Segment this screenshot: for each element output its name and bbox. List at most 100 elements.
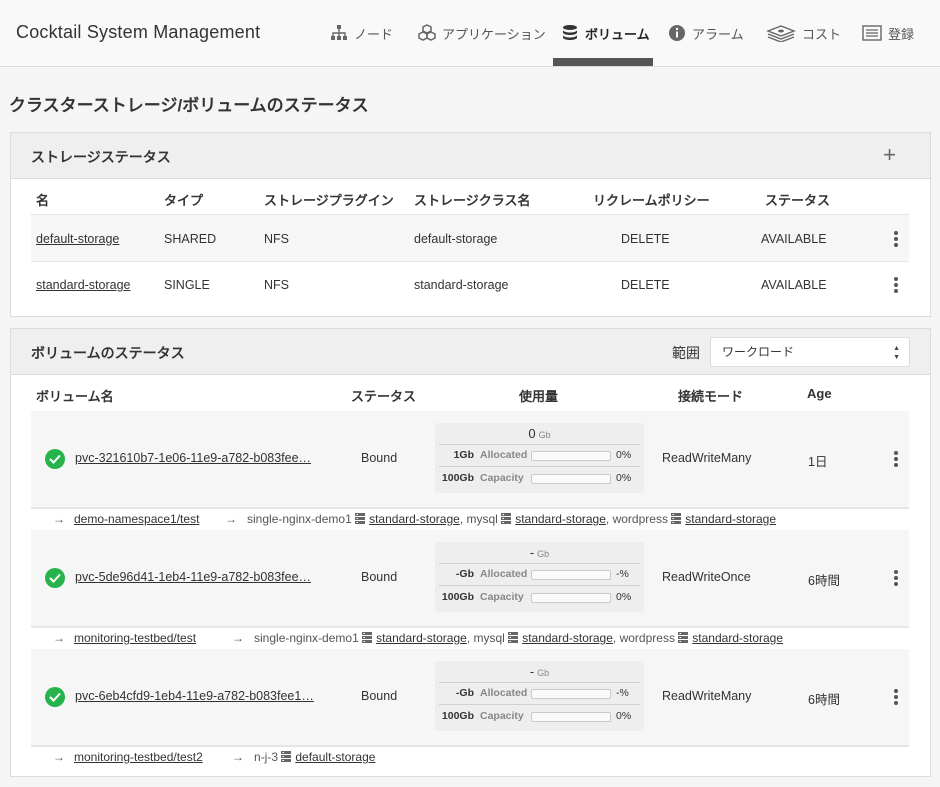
select-caret-icon: ▲ ▼ <box>893 345 900 361</box>
capacity-bar <box>531 593 611 603</box>
arrow-right-icon: → <box>53 512 65 526</box>
container-name: mysql <box>466 512 498 526</box>
nav-applications[interactable]: アプリケーション <box>418 0 546 66</box>
volume-status: Bound <box>361 689 398 703</box>
storage-link[interactable]: standard-storage <box>369 512 460 526</box>
storage-link[interactable]: standard-storage <box>692 631 783 645</box>
col-status: ステータス <box>351 389 417 404</box>
volume-name-link[interactable]: pvc-5de96d41-1eb4-11e9-a782-b083fee… <box>75 570 311 584</box>
allocated-percent: -% <box>616 568 629 580</box>
allocated-label: Allocated <box>480 449 528 461</box>
arrow-right-icon: → <box>53 750 65 764</box>
nav-alarms[interactable]: アラーム <box>668 0 744 66</box>
workload-mounts: → n-j-3 default-storage <box>232 750 375 764</box>
storage-type: SINGLE <box>164 278 210 292</box>
access-mode: ReadWriteMany <box>662 451 752 465</box>
col-age: Age <box>807 386 832 401</box>
volume-name-link[interactable]: pvc-321610b7-1e06-11e9-a782-b083fee… <box>75 451 311 465</box>
usage-box: 0 Gb 1Gb Allocated 0% 100Gb Capacity 0% <box>435 423 644 493</box>
nav-register[interactable]: 登録 <box>862 0 914 66</box>
row-menu-icon[interactable] <box>891 451 901 467</box>
workload-name: n-j-3 <box>254 750 279 764</box>
row-menu-icon[interactable] <box>891 689 901 705</box>
container-name: wordpress <box>619 631 675 645</box>
storage-type: SHARED <box>164 232 217 246</box>
storage-panel-header: ストレージステータス + <box>11 133 930 179</box>
storage-link[interactable]: standard-storage <box>685 512 776 526</box>
info-circle-icon <box>668 24 686 42</box>
page-title: クラスターストレージ/ボリュームのステータス <box>9 96 369 115</box>
storage-icon <box>501 513 512 525</box>
storage-reclaim: DELETE <box>621 232 670 246</box>
container-name: wordpress <box>612 512 668 526</box>
nav-label: コスト <box>802 26 842 42</box>
database-icon <box>561 24 579 42</box>
allocated-value: -Gb <box>455 568 474 580</box>
volume-age: 1日 <box>808 455 828 469</box>
usage-total: - Gb <box>529 545 550 560</box>
namespace-link[interactable]: demo-namespace1/test <box>74 512 199 526</box>
storage-name-link[interactable]: default-storage <box>36 232 119 246</box>
add-storage-button[interactable]: + <box>883 142 896 168</box>
volume-age: 6時間 <box>808 693 840 707</box>
divider <box>31 745 909 747</box>
divider <box>31 507 909 509</box>
storage-link[interactable]: standard-storage <box>522 631 613 645</box>
nav-cost[interactable]: コスト <box>766 0 841 66</box>
volume-panel-header: ボリュームのステータス 範囲 ワークロード ▲ ▼ <box>11 329 930 375</box>
divider <box>439 704 640 705</box>
volume-status: Bound <box>361 451 398 465</box>
storage-icon <box>281 751 292 763</box>
capacity-value: 100Gb <box>441 472 474 484</box>
storage-icon <box>355 513 366 525</box>
col-access-mode: 接続モード <box>678 389 744 404</box>
nav-volumes[interactable]: ボリューム <box>561 0 650 66</box>
nav-label: ノード <box>354 26 394 42</box>
allocated-value: -Gb <box>455 687 474 699</box>
workload-name: single-nginx-demo1 <box>254 631 359 645</box>
nav-label: 登録 <box>888 26 915 42</box>
top-bar: Cocktail System Management ノード アプリケーション … <box>0 0 940 67</box>
arrow-right-icon: → <box>232 750 244 764</box>
storage-link[interactable]: standard-storage <box>515 512 606 526</box>
storage-link[interactable]: default-storage <box>295 750 375 764</box>
allocated-bar <box>531 689 611 699</box>
namespace-link[interactable]: monitoring-testbed/test <box>74 631 196 645</box>
col-reclaim: リクレームポリシー <box>593 193 710 208</box>
allocated-bar <box>531 570 611 580</box>
divider <box>439 444 640 445</box>
capacity-percent: 0% <box>616 472 632 484</box>
storage-plugin: NFS <box>264 232 289 246</box>
bound-check-icon <box>45 568 65 588</box>
row-menu-icon[interactable] <box>891 570 901 586</box>
capacity-percent: 0% <box>616 591 632 603</box>
arrow-right-icon: → <box>232 631 244 645</box>
row-menu-icon[interactable] <box>891 231 901 247</box>
usage-box: - Gb -Gb Allocated -% 100Gb Capacity 0% <box>435 661 644 731</box>
separator: , <box>459 512 467 526</box>
storage-reclaim: DELETE <box>621 278 670 292</box>
scope-select-value: ワークロード <box>722 345 795 359</box>
volume-status: Bound <box>361 570 398 584</box>
volume-name-link[interactable]: pvc-6eb4cfd9-1eb4-11e9-a782-b083fee1… <box>75 689 314 703</box>
scope-select[interactable]: ワークロード ▲ ▼ <box>710 337 910 367</box>
scope-label: 範囲 <box>672 345 700 361</box>
storage-name-link[interactable]: standard-storage <box>36 278 131 292</box>
nav-nodes[interactable]: ノード <box>330 0 393 66</box>
divider <box>31 626 909 628</box>
access-mode: ReadWriteOnce <box>662 570 751 584</box>
storage-panel-title: ストレージステータス <box>31 149 171 165</box>
allocated-value: 1Gb <box>453 449 474 461</box>
storage-link[interactable]: standard-storage <box>376 631 467 645</box>
sitemap-icon <box>330 24 348 42</box>
allocated-bar <box>531 451 611 461</box>
storage-class-name: standard-storage <box>414 278 509 292</box>
cubes-icon <box>418 24 436 42</box>
separator: , <box>466 631 474 645</box>
list-icon <box>862 24 882 42</box>
workload-name: single-nginx-demo1 <box>247 512 352 526</box>
capacity-value: 100Gb <box>441 591 474 603</box>
namespace-link[interactable]: monitoring-testbed/test2 <box>74 750 203 764</box>
container-name: mysql <box>473 631 505 645</box>
row-menu-icon[interactable] <box>891 277 901 293</box>
